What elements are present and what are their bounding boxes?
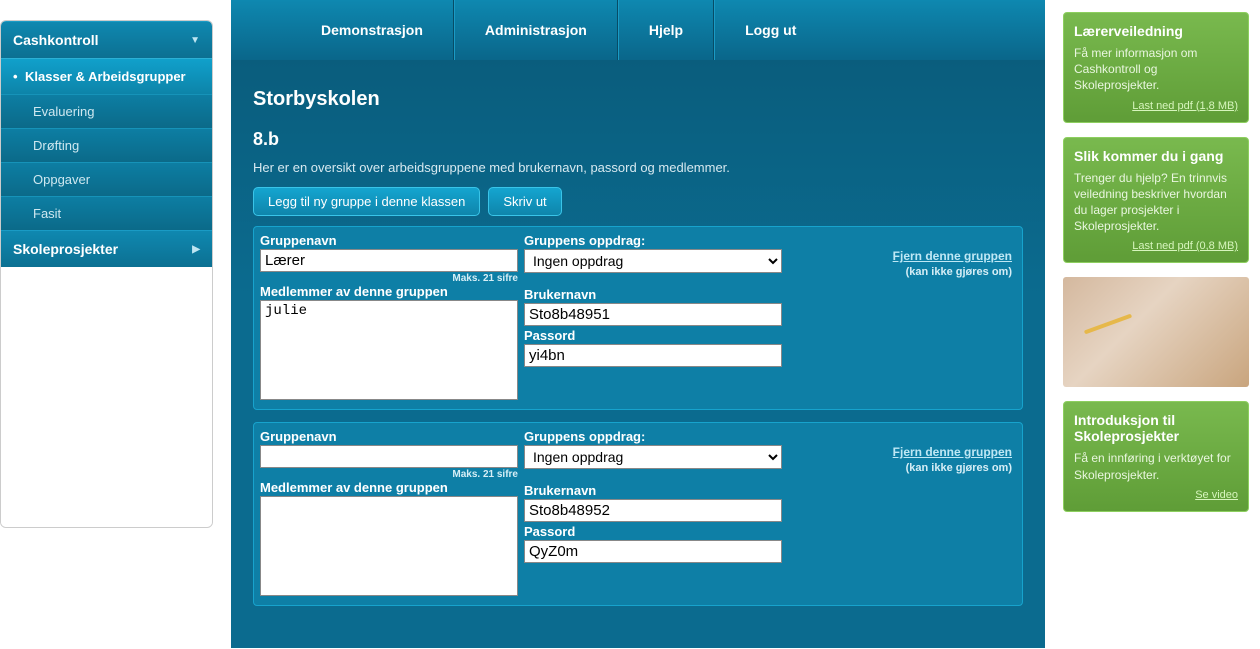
password-label: Passord: [524, 524, 782, 540]
download-pdf-link[interactable]: Last ned pdf (0,8 MB): [1132, 240, 1238, 252]
password-label: Passord: [524, 328, 782, 344]
intro-text: Her er en oversikt over arbeidsgruppene …: [253, 160, 1023, 175]
getting-started-card: Slik kommer du i gang Trenger du hjelp? …: [1063, 137, 1249, 264]
sidebar-section-label: Cashkontroll: [13, 32, 99, 48]
card-body: Trenger du hjelp? En trinnvis veiledning…: [1074, 170, 1238, 235]
class-name: 8.b: [253, 129, 1023, 150]
download-pdf-link[interactable]: Last ned pdf (1,8 MB): [1132, 100, 1238, 112]
username-label: Brukernavn: [524, 287, 782, 303]
sidebar-section-cashkontroll[interactable]: Cashkontroll ▼: [1, 21, 212, 58]
groupname-label: Gruppenavn: [260, 429, 518, 445]
sidebar-item-oppgaver[interactable]: Oppgaver: [1, 162, 212, 196]
card-title: Slik kommer du i gang: [1074, 148, 1238, 164]
tab-demonstrasjon[interactable]: Demonstrasjon: [291, 0, 454, 60]
max-hint: Maks. 21 sifre: [260, 273, 518, 284]
sidebar-item-label: Oppgaver: [33, 172, 90, 187]
sidebar-section-skoleprosjekter[interactable]: Skoleprosjekter ▶: [1, 230, 212, 267]
sidebar-item-drofting[interactable]: Drøfting: [1, 128, 212, 162]
username-input[interactable]: [524, 303, 782, 326]
sidebar-item-label: Drøfting: [33, 138, 79, 153]
sidebar-item-label: Fasit: [33, 206, 61, 221]
print-button[interactable]: Skriv ut: [488, 187, 561, 216]
tab-administrasjon[interactable]: Administrasjon: [454, 0, 618, 60]
groupname-input[interactable]: [260, 249, 518, 272]
sidebar-item-label: Klasser & Arbeidsgrupper: [25, 69, 186, 84]
group-card: Gruppenavn Maks. 21 sifre Medlemmer av d…: [253, 422, 1023, 606]
assignment-select[interactable]: Ingen oppdrag: [524, 445, 782, 469]
assignment-label: Gruppens oppdrag:: [524, 233, 782, 249]
tab-label: Logg ut: [745, 22, 796, 38]
tab-label: Administrasjon: [485, 22, 587, 38]
card-title: Introduksjon til Skoleprosjekter: [1074, 412, 1238, 444]
card-title: Lærerveiledning: [1074, 23, 1238, 39]
watch-video-link[interactable]: Se video: [1195, 489, 1238, 501]
tab-label: Demonstrasjon: [321, 22, 423, 38]
sidebar-item-evaluering[interactable]: Evaluering: [1, 94, 212, 128]
assignment-select[interactable]: Ingen oppdrag: [524, 249, 782, 273]
username-label: Brukernavn: [524, 483, 782, 499]
remove-group-link[interactable]: Fjern denne gruppen: [788, 445, 1012, 459]
teacher-guide-card: Lærerveiledning Få mer informasjon om Ca…: [1063, 12, 1249, 123]
groupname-label: Gruppenavn: [260, 233, 518, 249]
main-panel: Storbyskolen 8.b Her er en oversikt over…: [231, 60, 1045, 648]
username-input[interactable]: [524, 499, 782, 522]
promo-image: [1063, 277, 1249, 387]
members-label: Medlemmer av denne gruppen: [260, 480, 518, 496]
tab-loggut[interactable]: Logg ut: [714, 0, 826, 60]
password-input[interactable]: [524, 344, 782, 367]
password-input[interactable]: [524, 540, 782, 563]
group-card: Gruppenavn Maks. 21 sifre Medlemmer av d…: [253, 226, 1023, 410]
page-title: Storbyskolen: [253, 88, 1023, 111]
remove-note: (kan ikke gjøres om): [906, 266, 1012, 278]
tab-label: Hjelp: [649, 22, 683, 38]
groupname-input[interactable]: [260, 445, 518, 468]
tab-hjelp[interactable]: Hjelp: [618, 0, 714, 60]
members-textarea[interactable]: julie: [260, 300, 518, 400]
intro-video-card: Introduksjon til Skoleprosjekter Få en i…: [1063, 401, 1249, 511]
chevron-right-icon: ▶: [192, 244, 200, 255]
remove-note: (kan ikke gjøres om): [906, 462, 1012, 474]
top-nav: Demonstrasjon Administrasjon Hjelp Logg …: [231, 0, 1045, 60]
members-textarea[interactable]: [260, 496, 518, 596]
card-body: Få en innføring i verktøyet for Skolepro…: [1074, 450, 1238, 482]
sidebar-section-label: Skoleprosjekter: [13, 241, 118, 257]
sidebar-item-fasit[interactable]: Fasit: [1, 196, 212, 230]
card-body: Få mer informasjon om Cashkontroll og Sk…: [1074, 45, 1238, 94]
remove-group-link[interactable]: Fjern denne gruppen: [788, 249, 1012, 263]
assignment-label: Gruppens oppdrag:: [524, 429, 782, 445]
sidebar: Cashkontroll ▼ Klasser & Arbeidsgrupper …: [0, 20, 213, 528]
sidebar-empty-area: [1, 267, 212, 527]
sidebar-item-label: Evaluering: [33, 104, 94, 119]
members-label: Medlemmer av denne gruppen: [260, 284, 518, 300]
right-column: Lærerveiledning Få mer informasjon om Ca…: [1063, 12, 1249, 648]
sidebar-item-klasser[interactable]: Klasser & Arbeidsgrupper: [1, 58, 212, 94]
add-group-button[interactable]: Legg til ny gruppe i denne klassen: [253, 187, 480, 216]
chevron-down-icon: ▼: [190, 35, 200, 46]
max-hint: Maks. 21 sifre: [260, 469, 518, 480]
